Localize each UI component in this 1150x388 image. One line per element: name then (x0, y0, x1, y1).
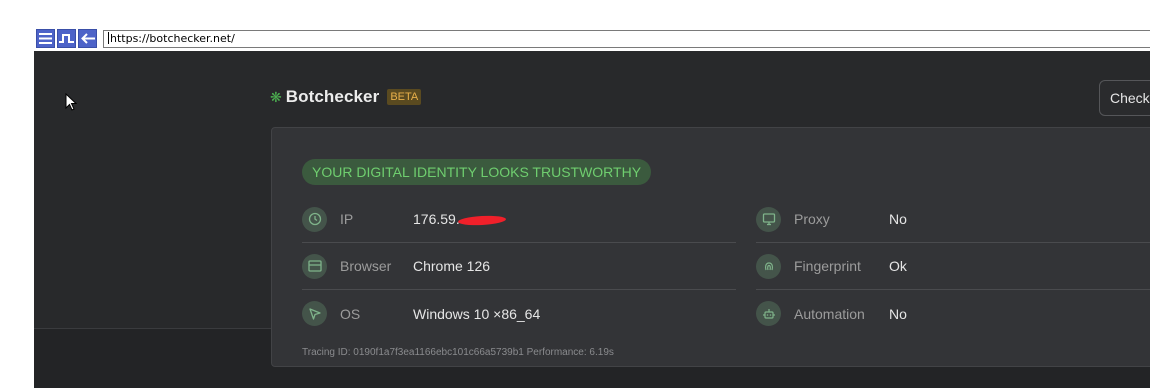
text-caret (108, 32, 109, 44)
redaction-mark (457, 214, 506, 227)
clock-icon (302, 206, 327, 232)
ip-row: IP 176.59. (302, 196, 736, 243)
os-label: OS (340, 305, 361, 322)
pulse-button[interactable] (57, 29, 76, 48)
menu-icon (39, 33, 52, 44)
os-value: Windows 10 ×86_64 (413, 305, 541, 322)
url-text: https://botchecker.net/ (110, 32, 235, 45)
ip-value-text: 176.59. (413, 211, 460, 227)
back-button[interactable] (78, 29, 97, 48)
fingerprint-value: Ok (889, 258, 907, 274)
mouse-pointer-icon (65, 92, 78, 116)
browser-value: Chrome 126 (413, 258, 491, 274)
tracing-info: Tracing ID: 0190f1a7f3ea1166ebc101c66a57… (302, 347, 614, 358)
logo-flower-icon: ❋ (270, 88, 282, 105)
menu-button[interactable] (36, 29, 55, 48)
monitor-icon (756, 206, 781, 232)
fingerprint-row: Fingerprint Ok (756, 243, 1150, 290)
brand-name: Botchecker (285, 87, 380, 106)
robot-icon (756, 301, 781, 326)
proxy-value: No (889, 211, 907, 227)
ip-value: 176.59. (413, 211, 506, 227)
browser-row: Browser Chrome 126 (302, 243, 736, 290)
fingerprint-icon (756, 253, 781, 279)
browser-toolbar: https://botchecker.net/ (0, 0, 1150, 52)
browser-window-icon (302, 253, 327, 279)
fingerprint-label: Fingerprint (794, 258, 861, 274)
trust-status-badge: YOUR DIGITAL IDENTITY LOOKS TRUSTWORTHY (302, 159, 652, 185)
browser-label: Browser (340, 258, 392, 274)
beta-badge: BETA (387, 89, 422, 105)
check-button[interactable]: Check (1099, 80, 1150, 116)
back-arrow-icon (80, 33, 95, 44)
proxy-label: Proxy (794, 211, 830, 227)
brand-logo[interactable]: ❋ Botchecker BETA (270, 87, 422, 107)
page-viewport: ❋ Botchecker BETA Check YOUR DIGITAL IDE… (34, 51, 1150, 388)
address-bar[interactable]: https://botchecker.net/ (103, 30, 1150, 48)
os-row: OS Windows 10 ×86_64 (302, 290, 736, 337)
ip-label: IP (340, 211, 354, 227)
proxy-row: Proxy No (756, 196, 1150, 243)
cursor-arrow-icon (302, 301, 327, 326)
identity-card: YOUR DIGITAL IDENTITY LOOKS TRUSTWORTHY … (271, 127, 1150, 367)
pulse-icon (59, 33, 74, 44)
automation-row: Automation No (756, 290, 1150, 337)
automation-label: Automation (794, 305, 865, 322)
automation-value: No (889, 305, 907, 322)
